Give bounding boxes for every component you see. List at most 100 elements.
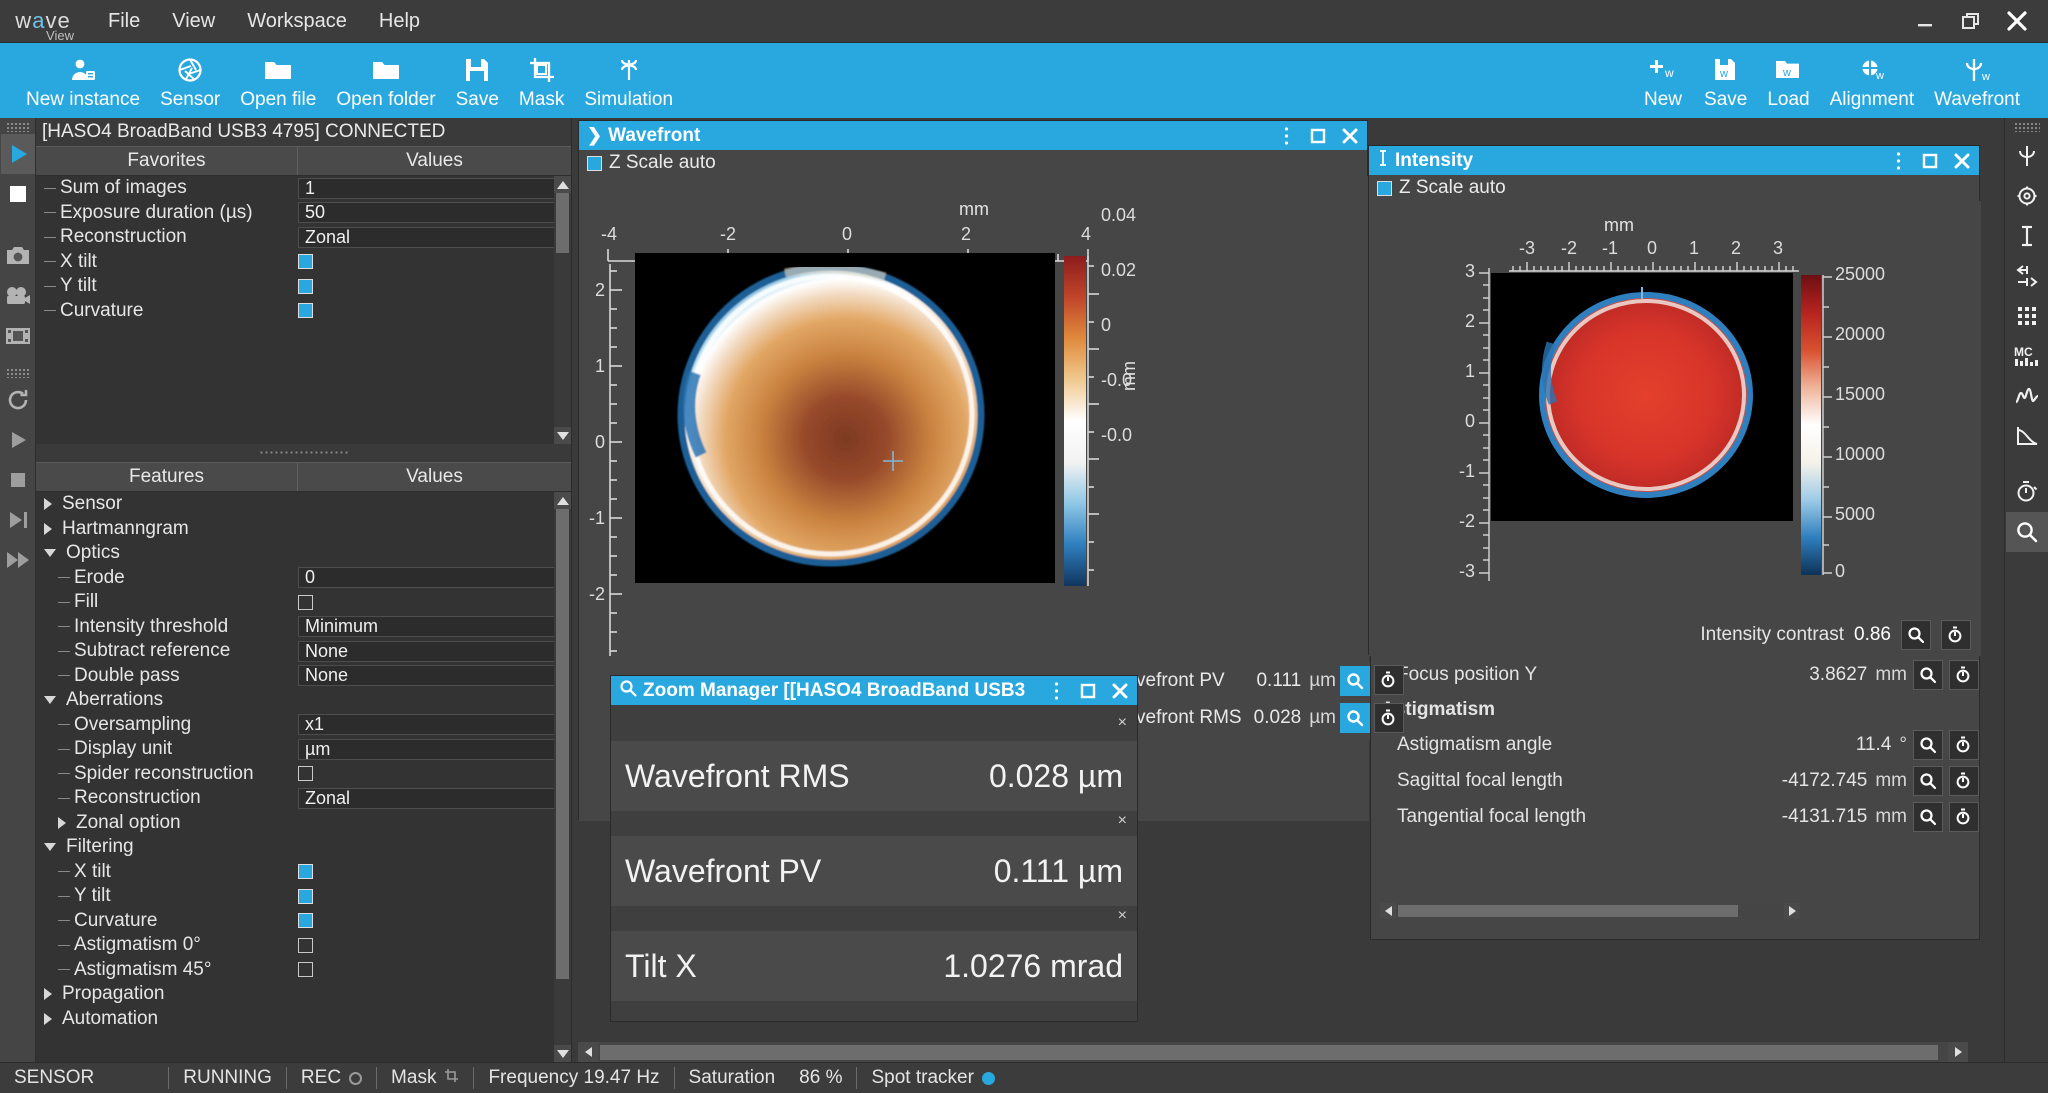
result-zoom-button[interactable]: [1340, 702, 1370, 733]
wavefront-panel-close-button[interactable]: [1337, 123, 1363, 149]
parameter-row-sensor[interactable]: Sensor: [36, 492, 571, 517]
parameter-row-optics[interactable]: Optics: [36, 541, 571, 566]
favorites-scroll-up[interactable]: [554, 176, 571, 193]
results-hscrollbar[interactable]: [1380, 903, 1800, 919]
ribbon-open-file-button[interactable]: Open file: [230, 49, 326, 113]
menu-workspace[interactable]: Workspace: [231, 6, 363, 37]
parameter-row-intensity-threshold[interactable]: Intensity threshold Minimum: [36, 615, 571, 640]
intensity-panel-menu-button[interactable]: [1885, 148, 1911, 174]
value-combobox-double-pass[interactable]: None: [298, 665, 571, 687]
result-chrono-button[interactable]: [1949, 660, 1979, 690]
left-strip-grip-2[interactable]: [5, 368, 30, 378]
parameter-row-sum-of-images[interactable]: Sum of images 1: [36, 176, 571, 201]
workspace-hscroll-right[interactable]: [1948, 1042, 1968, 1062]
close-button[interactable]: [1994, 0, 2040, 42]
step-forward-icon[interactable]: [1, 500, 35, 540]
result-zoom-button[interactable]: [1913, 660, 1943, 690]
parameter-row-double-pass[interactable]: Double pass None: [36, 664, 571, 689]
value-checkbox-curvature[interactable]: [298, 913, 313, 929]
features-scroll-up[interactable]: [554, 492, 571, 509]
result-chrono-button[interactable]: [1949, 802, 1979, 832]
camera-snapshot-icon[interactable]: [1, 236, 35, 276]
parameter-row-curvature[interactable]: Curvature: [36, 909, 571, 934]
value-checkbox-astigmatism-45[interactable]: [298, 962, 313, 978]
chevron-right-icon[interactable]: [58, 816, 66, 829]
zoom-manager-titlebar[interactable]: Zoom Manager [[HASO4 BroadBand USB3: [611, 676, 1137, 705]
ribbon-new-instance-button[interactable]: New instance: [16, 49, 150, 113]
result-chrono-button[interactable]: [1949, 730, 1979, 760]
menu-view[interactable]: View: [156, 6, 231, 37]
parameter-row-erode[interactable]: Erode 0: [36, 566, 571, 591]
value-combobox-subtract-reference[interactable]: None: [298, 640, 571, 662]
menu-file[interactable]: File: [92, 6, 156, 37]
settings-gear-icon[interactable]: [2006, 176, 2048, 216]
intensity-panel-titlebar[interactable]: Intensity: [1369, 146, 1979, 175]
ribbon-simulation-button[interactable]: Simulation: [574, 49, 683, 113]
stop-acquisition-icon[interactable]: [1, 174, 35, 214]
result-chrono-button[interactable]: [1949, 766, 1979, 796]
parameter-row-automation[interactable]: Automation: [36, 1007, 571, 1032]
parameter-row-astigmatism-45[interactable]: Astigmatism 45°: [36, 958, 571, 983]
results-hscroll-right[interactable]: [1784, 903, 1800, 919]
result-zoom-button[interactable]: [1913, 802, 1943, 832]
parameter-row-subtract-reference[interactable]: Subtract reference None: [36, 639, 571, 664]
parameter-row-exposure-duration-s[interactable]: Exposure duration (µs) 50: [36, 201, 571, 226]
value-checkbox-y-tilt[interactable]: [298, 888, 313, 904]
value-checkbox-y-tilt[interactable]: [298, 278, 313, 294]
value-spinbox-exposure-duration-s[interactable]: 50: [298, 202, 571, 224]
ribbon-wavefront-button[interactable]: w Wavefront: [1924, 49, 2030, 113]
value-combobox-reconstruction[interactable]: Zonal: [298, 226, 571, 248]
parameter-row-y-tilt[interactable]: Y tilt: [36, 884, 571, 909]
value-checkbox-curvature[interactable]: [298, 303, 313, 319]
intensity-contrast-chrono-button[interactable]: [1941, 620, 1971, 650]
right-strip-grip[interactable]: [2013, 122, 2040, 132]
zoom-manager-item-wavefront-rms[interactable]: Wavefront RMS 0.028 µm: [611, 741, 1137, 811]
intensity-map-image[interactable]: [1491, 273, 1793, 521]
ribbon-new-wavefront-button[interactable]: w New: [1632, 49, 1694, 113]
value-combobox-oversampling[interactable]: x1: [298, 714, 571, 736]
favorites-scrollbar[interactable]: [554, 176, 571, 444]
results-hscroll-left[interactable]: [1380, 903, 1396, 919]
movie-camera-icon[interactable]: [1, 276, 35, 316]
workspace-hscrollbar[interactable]: [578, 1042, 1968, 1062]
chevron-down-icon[interactable]: [44, 696, 56, 705]
wavefront-panel-menu-button[interactable]: [1273, 123, 1299, 149]
parameter-row-filtering[interactable]: Filtering: [36, 835, 571, 860]
mtf-curve-icon[interactable]: [2006, 416, 2048, 456]
left-strip-grip[interactable]: [5, 122, 30, 132]
parameter-row-reconstruction[interactable]: Reconstruction Zonal: [36, 225, 571, 250]
ribbon-open-folder-button[interactable]: Open folder: [326, 49, 445, 113]
result-zoom-button[interactable]: [1913, 766, 1943, 796]
slopes-icon[interactable]: [2006, 256, 2048, 296]
ribbon-alignment-button[interactable]: w Alignment: [1820, 49, 1925, 113]
parameter-row-aberrations[interactable]: Aberrations: [36, 688, 571, 713]
ribbon-sensor-button[interactable]: Sensor: [150, 49, 230, 113]
value-checkbox-astigmatism-0[interactable]: [298, 937, 313, 953]
chevron-right-icon[interactable]: [44, 1012, 52, 1025]
parameter-row-astigmatism-0[interactable]: Astigmatism 0°: [36, 933, 571, 958]
parameter-row-curvature[interactable]: Curvature: [36, 299, 571, 324]
restore-button[interactable]: [1948, 0, 1994, 42]
parameter-row-spider-reconstruction[interactable]: Spider reconstruction: [36, 762, 571, 787]
zoom-manager-close-button[interactable]: [1107, 678, 1133, 704]
chevron-down-icon[interactable]: [44, 843, 56, 852]
fast-forward-icon[interactable]: [1, 540, 35, 580]
zoom-manager-menu-button[interactable]: [1043, 678, 1069, 704]
zoom-manager-maximize-button[interactable]: [1075, 678, 1101, 704]
result-chrono-button[interactable]: [1374, 665, 1404, 695]
chevron-down-icon[interactable]: [44, 549, 56, 558]
intensity-icon[interactable]: [2006, 216, 2048, 256]
ribbon-save-button[interactable]: Save: [446, 49, 509, 113]
parameter-row-zonal-option[interactable]: Zonal option: [36, 811, 571, 836]
zoom-manager-item-remove[interactable]: ×: [1118, 907, 1127, 925]
dock-splitter[interactable]: [36, 444, 571, 462]
spot-grid-icon[interactable]: [2006, 296, 2048, 336]
chevron-right-icon[interactable]: [44, 498, 52, 511]
wavefront-panel-titlebar[interactable]: ❯ Wavefront: [579, 121, 1367, 150]
wavefront-psi-icon[interactable]: [2006, 136, 2048, 176]
stop-playback-icon[interactable]: [1, 460, 35, 500]
zoom-manager-item-wavefront-pv[interactable]: Wavefront PV 0.111 µm: [611, 836, 1137, 906]
modal-coefficients-icon[interactable]: MC: [2006, 336, 2048, 376]
wavefront-zscale-checkbox[interactable]: [587, 155, 602, 171]
parameter-row-oversampling[interactable]: Oversampling x1: [36, 713, 571, 738]
